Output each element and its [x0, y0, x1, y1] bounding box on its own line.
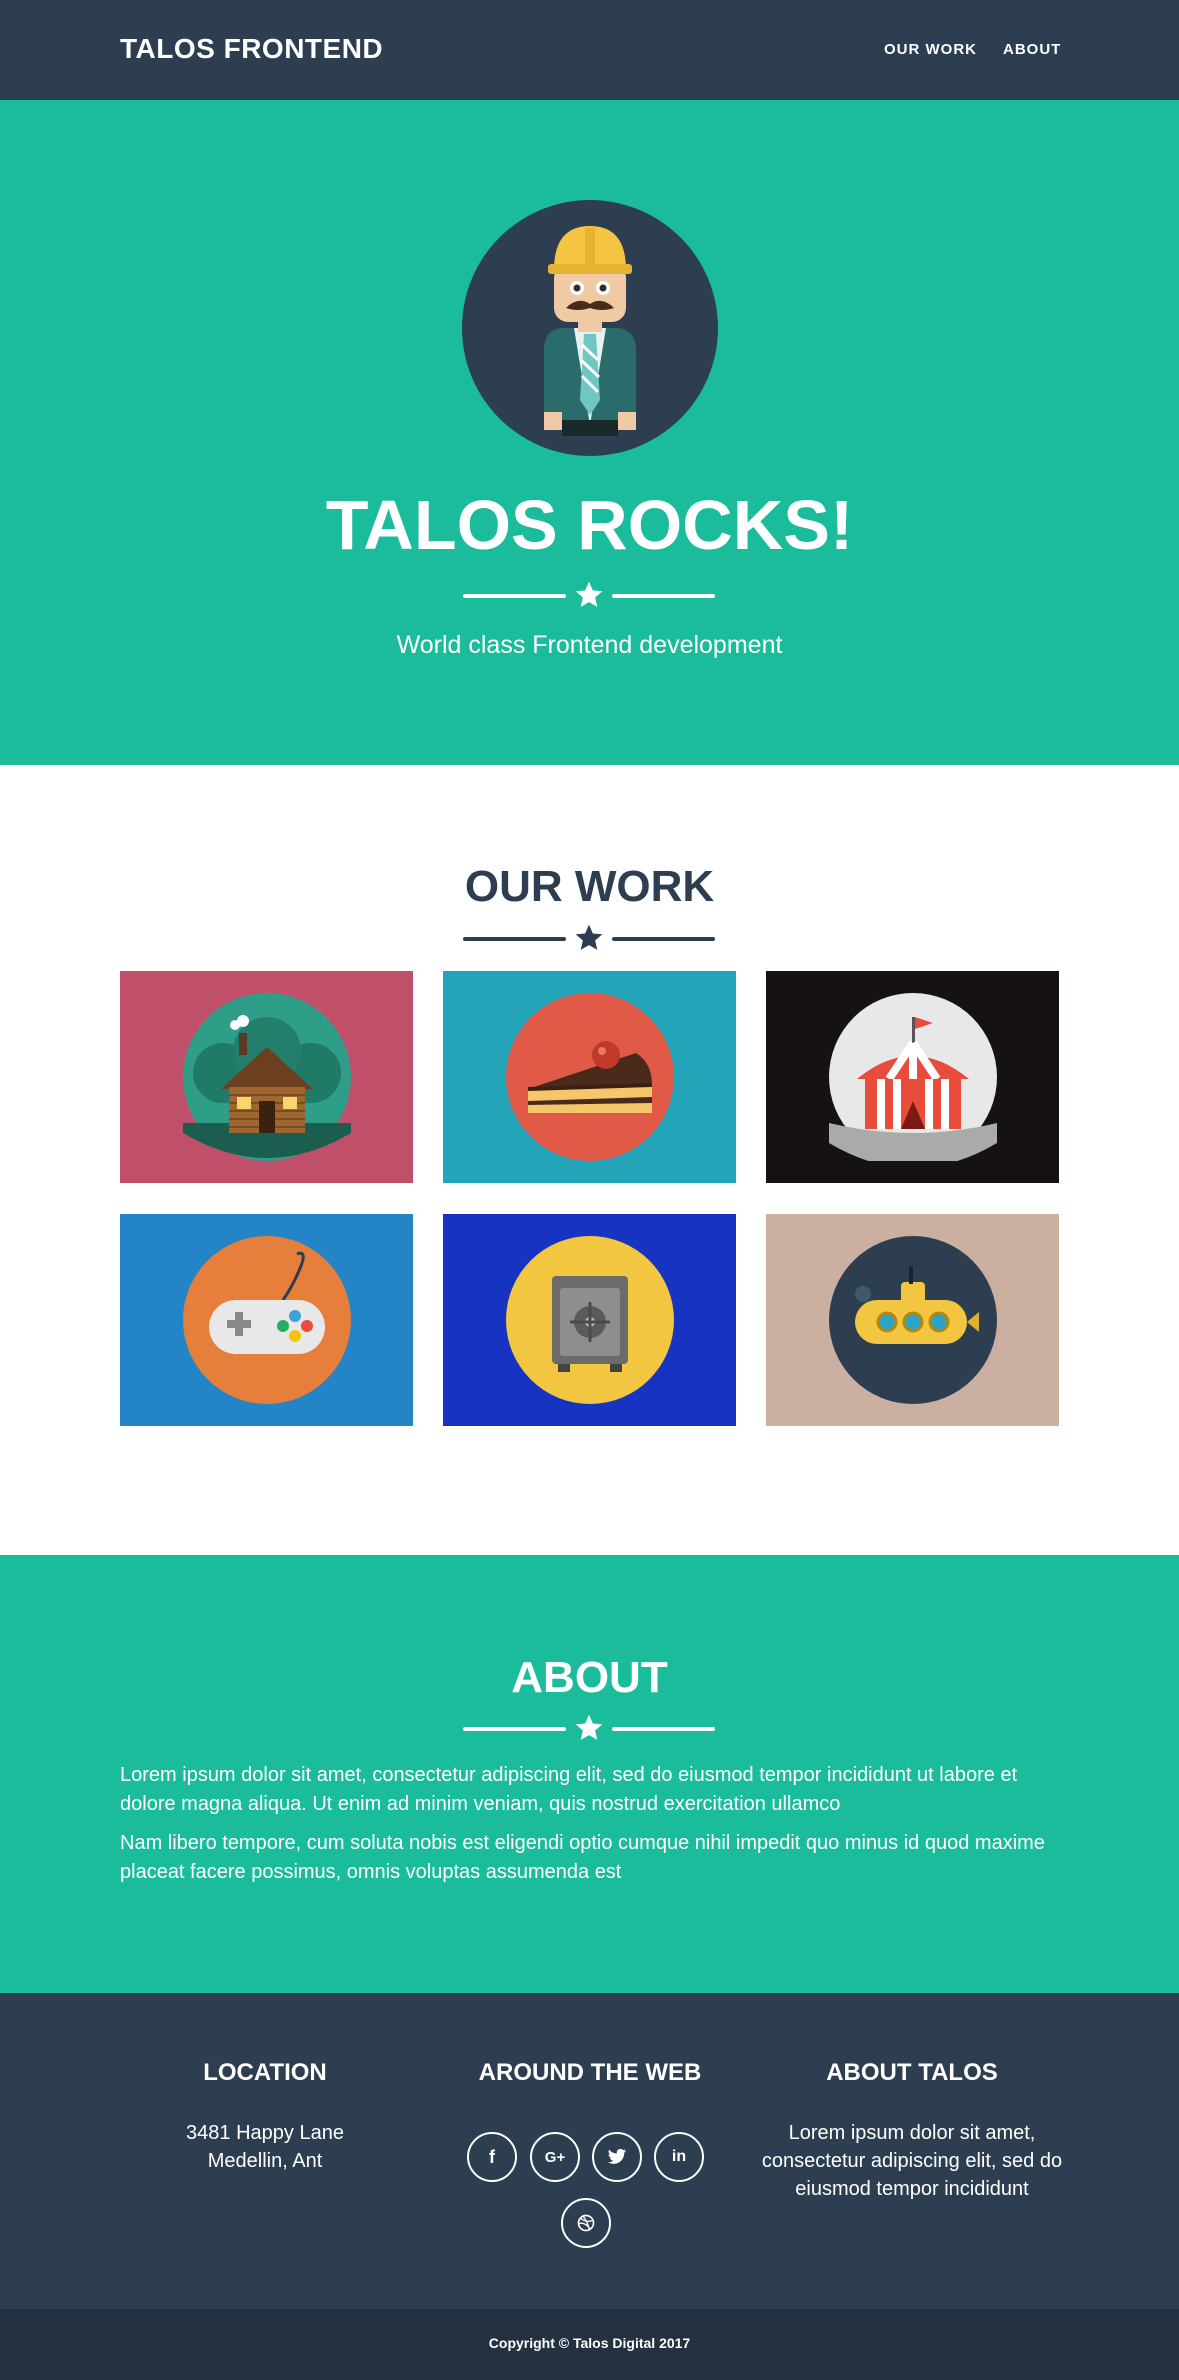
google-plus-icon[interactable]: G+	[530, 2132, 580, 2182]
footer-about-title: ABOUT TALOS	[826, 2059, 998, 2086]
portfolio-item-controller[interactable]	[120, 1214, 413, 1426]
our-work-section: OUR WORK	[0, 765, 1179, 1555]
portfolio-item-cake[interactable]	[443, 971, 736, 1183]
dribbble-icon[interactable]	[561, 2198, 611, 2248]
construction-worker-avatar-icon	[462, 200, 718, 456]
footer-about-text: Lorem ipsum dolor sit amet, consectetur …	[761, 2122, 1063, 2200]
portfolio-item-safe[interactable]	[443, 1214, 736, 1426]
cabin-icon	[183, 993, 351, 1161]
star-icon	[575, 1714, 603, 1740]
about-paragraph: Nam libero tempore, cum soluta nobis est…	[120, 1832, 1045, 1883]
star-icon	[575, 924, 603, 950]
hero-star-divider	[463, 579, 715, 613]
about-title: ABOUT	[511, 1653, 668, 1702]
brand-logo[interactable]: TALOS FRONTEND	[120, 33, 383, 65]
footer-location-title: LOCATION	[203, 2059, 327, 2086]
navbar: TALOS FRONTEND OUR WORK ABOUT	[0, 0, 1179, 100]
nav-link-our-work[interactable]: OUR WORK	[884, 41, 977, 58]
cake-icon	[506, 993, 674, 1161]
work-star-divider	[463, 922, 715, 956]
about-star-divider	[463, 1712, 715, 1746]
our-work-title: OUR WORK	[464, 862, 715, 911]
star-icon	[575, 581, 603, 607]
footer-address-line1: 3481 Happy Lane	[186, 2122, 344, 2144]
footer-address-line2: Medellin, Ant	[207, 2150, 323, 2172]
safe-icon	[506, 1236, 674, 1404]
copyright-bar: Copyright © Talos Digital 2017	[0, 2309, 1179, 2380]
portfolio-item-submarine[interactable]	[766, 1214, 1059, 1426]
footer: LOCATION 3481 Happy Lane Medellin, Ant A…	[0, 1993, 1179, 2309]
twitter-icon[interactable]	[592, 2132, 642, 2182]
copyright-text: Copyright © Talos Digital 2017	[488, 2335, 691, 2351]
circus-tent-icon	[829, 993, 997, 1161]
linkedin-icon[interactable]: in	[654, 2132, 704, 2182]
about-section: ABOUT Lorem ipsum dolor sit amet, consec…	[0, 1555, 1179, 1993]
footer-web-title: AROUND THE WEB	[478, 2059, 702, 2086]
game-controller-icon	[183, 1236, 351, 1404]
submarine-icon	[829, 1236, 997, 1404]
portfolio-item-cabin[interactable]	[120, 971, 413, 1183]
hero-section: TALOS ROCKS! World class Frontend develo…	[0, 100, 1179, 765]
portfolio-item-circus[interactable]	[766, 971, 1059, 1183]
hero-title: TALOS ROCKS!	[325, 486, 854, 564]
hero-subtitle: World class Frontend development	[396, 631, 783, 659]
nav-link-about[interactable]: ABOUT	[1003, 41, 1061, 58]
about-paragraph: Lorem ipsum dolor sit amet, consectetur …	[120, 1764, 1018, 1815]
facebook-icon[interactable]: f	[467, 2132, 517, 2182]
